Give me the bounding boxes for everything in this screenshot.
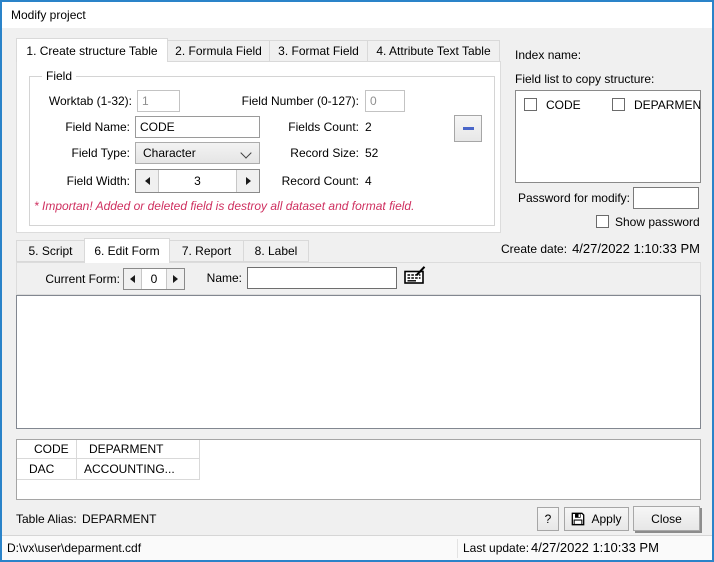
record-size-value: 52 (365, 146, 379, 160)
field-name-label: Field Name: (65, 120, 130, 134)
apply-button-label: Apply (591, 512, 622, 526)
field-width-label: Field Width: (66, 174, 130, 188)
tab-create-structure-table[interactable]: 1. Create structure Table (16, 38, 168, 62)
tab-format-field[interactable]: 3. Format Field (269, 40, 368, 62)
tab-label: 4. Attribute Text Table (376, 44, 491, 58)
current-form-label: Current Form: (45, 272, 120, 286)
status-last-update-value: 4/27/2022 1:10:33 PM (531, 540, 659, 555)
grid-cell[interactable]: DAC (17, 459, 77, 480)
create-date: Create date: 4/27/2022 1:10:33 PM (472, 241, 700, 256)
tab-label: 6. Edit Form (94, 244, 160, 258)
grid-cell[interactable]: ACCOUNTING... (77, 459, 200, 480)
tab-report[interactable]: 7. Report (169, 240, 244, 262)
help-button[interactable]: ? (537, 507, 559, 531)
field-list-item-deparment: DEPARMENT (612, 98, 701, 113)
field-list-item-label: CODE (546, 98, 581, 112)
spin-left-icon (144, 177, 150, 185)
fields-count-label: Fields Count: (288, 120, 359, 134)
grid-header-deparment[interactable]: DEPARMENT (77, 440, 200, 459)
record-count-label: Record Count: (281, 174, 359, 188)
status-file-path: D:\vx\user\deparment.cdf (7, 541, 142, 555)
tab-label: 8. Label (254, 244, 298, 258)
field-groupbox-title: Field (42, 69, 77, 83)
field-number-label: Field Number (0-127): (241, 94, 359, 108)
spin-left-icon (130, 275, 135, 283)
fields-count-value: 2 (365, 120, 372, 134)
checkbox-icon[interactable] (524, 98, 537, 111)
field-type-label: Field Type: (71, 146, 130, 160)
tab-label: 5. Script (28, 244, 73, 258)
status-last-update-label: Last update: (463, 541, 530, 555)
tab-edit-form[interactable]: 6. Edit Form (84, 238, 170, 263)
worktab-input[interactable] (137, 90, 180, 112)
window-title: Modify project (11, 8, 86, 22)
table-alias-label: Table Alias: (16, 512, 77, 526)
spin-right-button[interactable] (166, 269, 184, 289)
worktab-label: Worktab (1-32): (48, 94, 132, 108)
tab-formula-field[interactable]: 2. Formula Field (167, 40, 270, 62)
form-name-edit-button[interactable] (403, 266, 427, 288)
field-list-box: CODE DEPARMENT (515, 90, 701, 183)
help-button-label: ? (544, 512, 552, 526)
minus-icon (462, 127, 474, 130)
close-button-label: Close (651, 511, 682, 526)
tab-label: 1. Create structure Table (26, 43, 158, 58)
form-name-input[interactable] (247, 267, 397, 289)
field-list-item-code: CODE (524, 98, 581, 113)
show-password-checkbox[interactable] (596, 215, 609, 228)
tab-attribute-text-table[interactable]: 4. Attribute Text Table (367, 40, 500, 62)
table-alias-value: DEPARMENT (82, 512, 157, 526)
spin-right-icon (173, 275, 178, 283)
remove-field-button[interactable] (454, 115, 482, 142)
field-number-input[interactable] (365, 90, 405, 112)
show-password-label: Show password (615, 215, 700, 229)
create-date-value: 4/27/2022 1:10:33 PM (572, 241, 700, 256)
field-list-item-label: DEPARMENT (634, 98, 701, 112)
current-form-spinner: 0 (123, 268, 185, 290)
save-icon (572, 512, 585, 526)
keyboard-pen-icon (404, 266, 426, 284)
tab-script[interactable]: 5. Script (16, 240, 85, 262)
field-width-value: 3 (194, 174, 201, 188)
password-label: Password for modify: (517, 191, 630, 205)
spin-left-button[interactable] (124, 269, 142, 289)
create-date-label: Create date: (501, 242, 568, 256)
grid-header-code[interactable]: CODE (17, 440, 77, 459)
close-button[interactable]: Close (633, 506, 700, 531)
spin-left-button[interactable] (136, 170, 159, 192)
tab-label: 2. Formula Field (175, 44, 262, 58)
form-design-surface[interactable] (16, 295, 701, 429)
form-name-label: Name: (206, 271, 242, 285)
record-count-value: 4 (365, 174, 372, 188)
password-input[interactable] (633, 187, 699, 209)
tab-label-tab[interactable]: 8. Label (243, 240, 309, 262)
record-size-label: Record Size: (290, 146, 359, 160)
current-form-value: 0 (150, 272, 158, 286)
tab-label: 7. Report (181, 244, 232, 258)
records-grid: CODE DEPARMENT DAC ACCOUNTING... (16, 439, 701, 500)
modify-project-dialog: Modify project 1. Create structure Table… (0, 0, 714, 562)
checkbox-icon[interactable] (612, 98, 625, 111)
status-bar-divider (457, 539, 458, 558)
destroy-warning-text: * Importan! Added or deleted field is de… (34, 199, 415, 213)
apply-button[interactable]: Apply (564, 507, 629, 531)
tab-label: 3. Format Field (278, 44, 359, 58)
field-type-value: Character (143, 146, 196, 160)
field-list-label: Field list to copy structure: (515, 72, 655, 86)
title-bar: Modify project (2, 2, 712, 28)
index-name-label: Index name: (515, 48, 582, 62)
status-bar: D:\vx\user\deparment.cdf Last update: 4/… (2, 535, 712, 560)
